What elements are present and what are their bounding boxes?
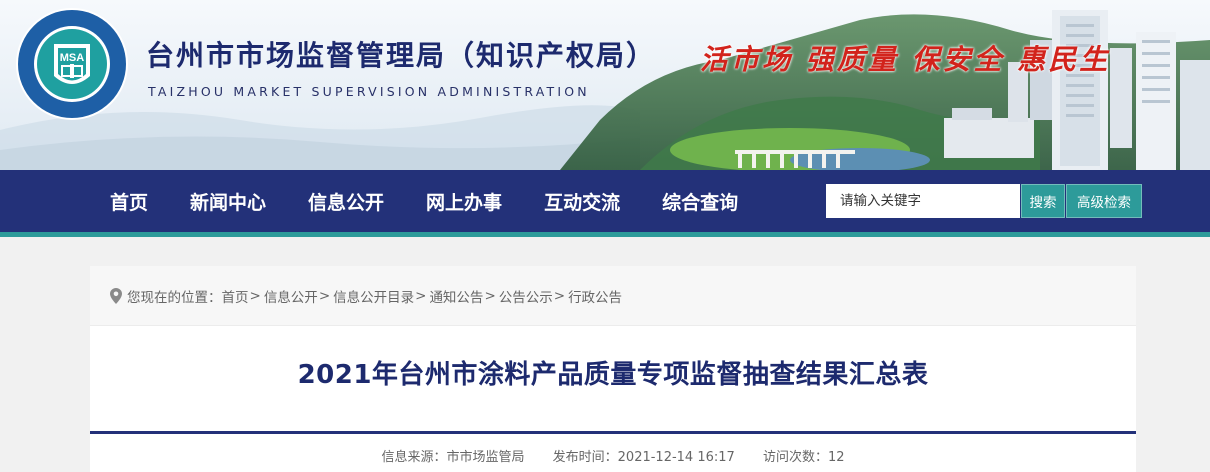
breadcrumb-info-disclosure[interactable]: 信息公开 [264,286,318,306]
location-pin-icon [110,287,122,304]
breadcrumb-admin-notices[interactable]: 行政公告 [568,286,622,306]
article-panel: 您现在的位置： 首页 > 信息公开 > 信息公开目录 > 通知公告 > 公告公示… [90,266,1136,472]
nav-menu: 首页 新闻中心 信息公开 网上办事 互动交流 综合查询 [110,170,780,232]
search-button[interactable]: 搜索 [1021,184,1065,218]
breadcrumb: 您现在的位置： 首页 > 信息公开 > 信息公开目录 > 通知公告 > 公告公示… [90,266,1136,326]
breadcrumb-separator: > [484,287,496,304]
nav-item-interaction[interactable]: 互动交流 [544,188,620,215]
nav-item-info-disclosure[interactable]: 信息公开 [308,188,384,215]
svg-text:MSA: MSA [60,52,85,64]
main-navigation: 首页 新闻中心 信息公开 网上办事 互动交流 综合查询 搜索 高级检索 [0,170,1210,232]
article-view-count: 访问次数：12 [762,450,845,465]
msa-emblem-icon: MSA [16,8,128,120]
breadcrumb-info-catalog[interactable]: 信息公开目录 [333,286,414,306]
breadcrumb-notices[interactable]: 通知公告 [429,286,483,306]
advanced-search-button[interactable]: 高级检索 [1066,184,1142,218]
title-divider [90,431,1136,434]
site-slogan: 活市场 强质量 保安全 惠民生 [700,43,1111,76]
nav-item-query[interactable]: 综合查询 [662,188,738,215]
article-title: 2021年台州市涂料产品质量专项监督抽查结果汇总表 [297,360,929,390]
nav-item-online-services[interactable]: 网上办事 [426,188,502,215]
nav-item-home[interactable]: 首页 [110,188,148,215]
article-publish-time: 发布时间：2021-12-14 16:17 [552,450,735,465]
search-input[interactable] [826,184,1020,218]
site-title: 台州市市场监督管理局（知识产权局） [146,39,657,72]
breadcrumb-separator: > [318,287,331,304]
article-source: 信息来源：市市场监管局 [381,450,525,465]
breadcrumb-separator: > [553,287,566,304]
header-banner: MSA 台州市市场监督管理局（知识产权局） TAIZHOU MARKET SUP… [0,0,1210,170]
breadcrumb-home[interactable]: 首页 [222,286,249,306]
site-subtitle: TAIZHOU MARKET SUPERVISION ADMINISTRATIO… [148,84,590,99]
breadcrumb-prefix: 您现在的位置： [127,289,222,306]
nav-accent-strip [0,232,1210,237]
article-meta: 信息来源：市市场监管局 发布时间：2021-12-14 16:17 访问次数：1… [90,446,1136,465]
nav-item-news[interactable]: 新闻中心 [190,188,266,215]
breadcrumb-separator: > [249,287,261,304]
breadcrumb-announcements[interactable]: 公告公示 [499,286,553,306]
breadcrumb-separator: > [415,287,427,304]
